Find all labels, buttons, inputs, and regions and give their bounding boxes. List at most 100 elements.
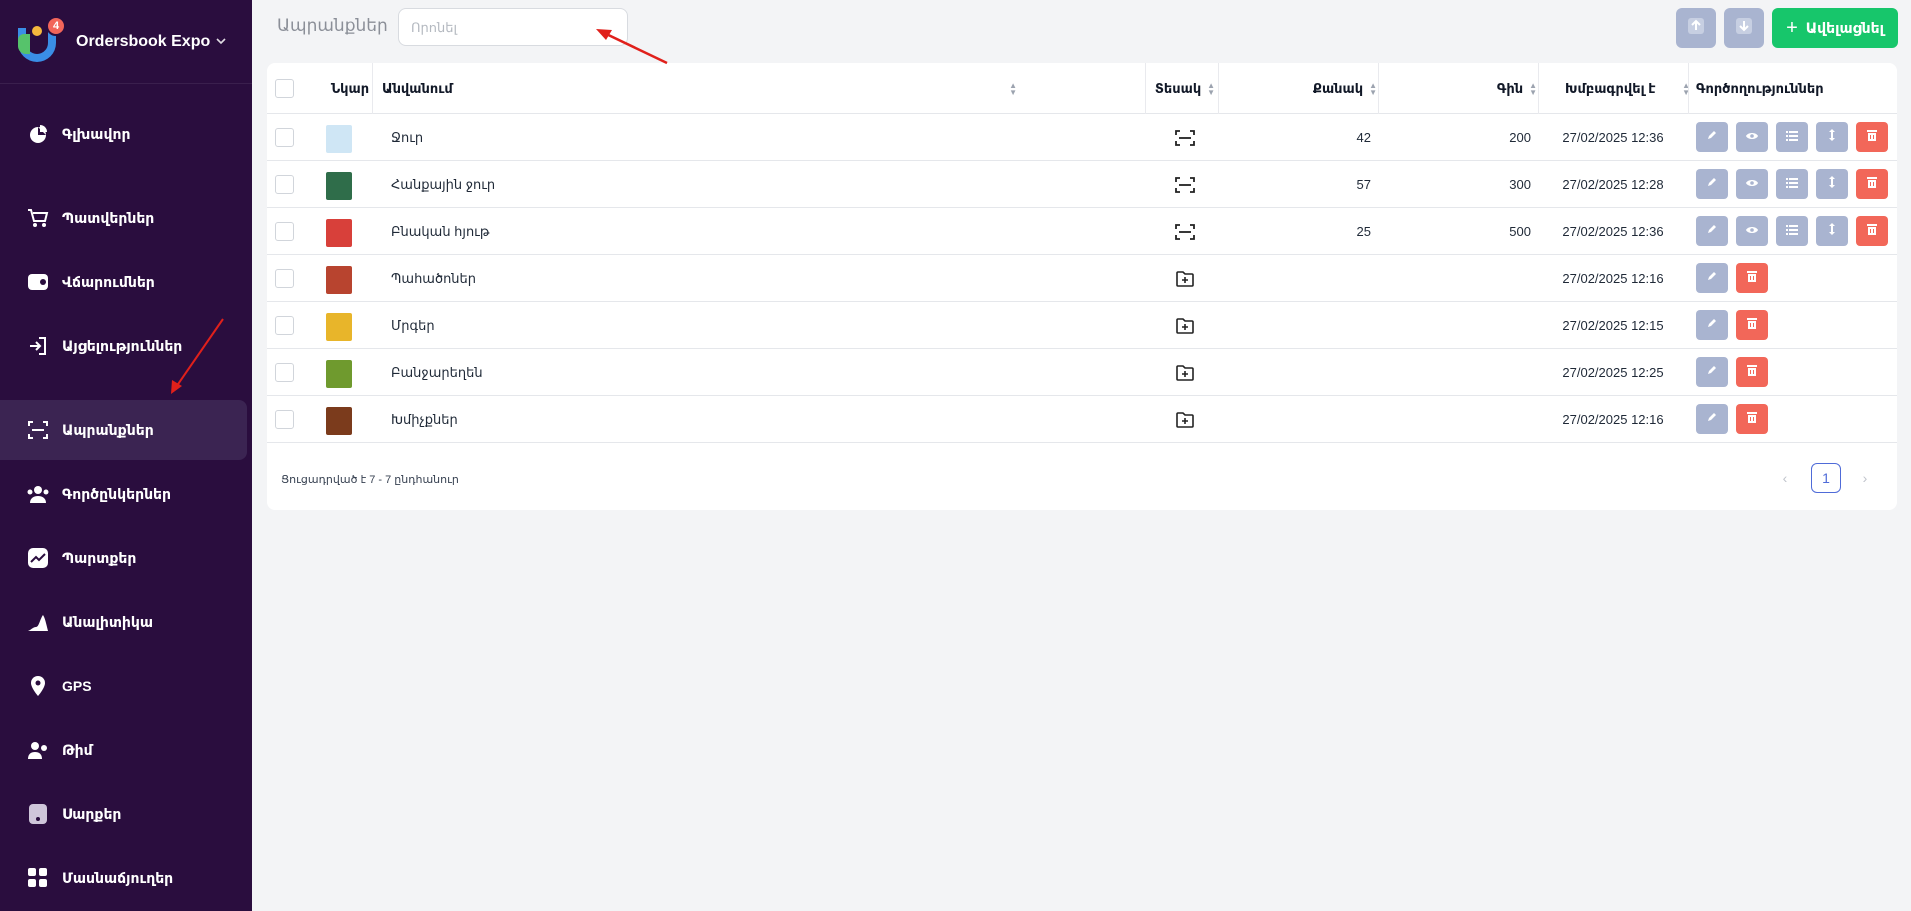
column-header-type[interactable]: Տեսակ ▲ ▼ (1153, 63, 1217, 114)
column-header-quantity[interactable]: Քանակ ▲ ▼ (1227, 63, 1377, 114)
price-value: 500 (1509, 224, 1531, 239)
column-header-edited[interactable]: Խմբագրվել է ▲ ▼ (1565, 63, 1690, 114)
sidebar-item-orders[interactable]: Պատվերներ (0, 188, 247, 248)
delete-button[interactable] (1736, 263, 1768, 293)
delete-button[interactable] (1856, 122, 1888, 152)
price-value: 200 (1509, 130, 1531, 145)
variants-button[interactable] (1776, 169, 1808, 199)
edited-timestamp: 27/02/2025 12:16 (1562, 412, 1664, 427)
sidebar-item-gps[interactable]: GPS (0, 656, 247, 716)
product-thumbnail (326, 125, 352, 153)
column-header-name[interactable]: Անվանում ▲ ▼ (382, 63, 1017, 114)
edit-icon (1706, 410, 1718, 428)
sidebar-item-home[interactable]: Գլխավոր (0, 104, 247, 164)
quantity-value (1227, 255, 1371, 302)
column-header-price[interactable]: Գին ▲ ▼ (1387, 63, 1537, 114)
edit-icon (1706, 316, 1718, 334)
reorder-button[interactable] (1816, 216, 1848, 246)
product-thumbnail (326, 313, 352, 341)
product-thumbnail (326, 266, 352, 294)
delete-button[interactable] (1736, 357, 1768, 387)
map-pin-icon (26, 674, 50, 698)
scan-icon (26, 418, 50, 442)
edit-button[interactable] (1696, 122, 1728, 152)
eye-icon (1745, 128, 1759, 146)
table-row[interactable]: Ջուր 42 200 27/02/2025 12:36 (267, 114, 1897, 161)
table-row[interactable]: Բանջարեղեն 27/02/2025 12:25 (267, 349, 1897, 396)
reorder-button[interactable] (1816, 169, 1848, 199)
sidebar-item-branches[interactable]: Մասնաճյուղեր (0, 848, 247, 908)
row-checkbox[interactable] (275, 316, 294, 335)
delete-button[interactable] (1856, 216, 1888, 246)
notification-badge: 4 (46, 15, 66, 36)
import-button[interactable] (1676, 8, 1716, 48)
reorder-button[interactable] (1816, 122, 1848, 152)
product-thumbnail (326, 407, 352, 435)
trash-icon (1747, 410, 1757, 428)
sort-icon: ▲ ▼ (1529, 80, 1537, 97)
table-row[interactable]: Հանքային ջուր 57 300 27/02/2025 12:28 (267, 161, 1897, 208)
grid-icon (26, 866, 50, 890)
users-icon (26, 482, 50, 506)
edit-button[interactable] (1696, 216, 1728, 246)
column-label: Խմբագրվել է (1565, 80, 1656, 96)
prev-page-button[interactable]: ‹ (1770, 463, 1800, 493)
variants-button[interactable] (1776, 122, 1808, 152)
search-input[interactable] (398, 8, 628, 46)
eye-icon (1745, 222, 1759, 240)
brand-name: Ordersbook Expo (76, 32, 211, 50)
page-button-current[interactable]: 1 (1811, 463, 1841, 493)
sidebar-item-label: Գլխավոր (62, 125, 131, 142)
table-row[interactable]: Խմիչքներ 27/02/2025 12:16 (267, 396, 1897, 443)
column-header-image: Նկար (330, 80, 370, 96)
quantity-value (1227, 302, 1371, 349)
products-table: Նկար Անվանում ▲ ▼ Տեսակ ▲ ▼ Քանակ ▲ ▼ Գին ▲… (267, 63, 1897, 510)
analytics-icon (26, 610, 50, 634)
sidebar-item-partners[interactable]: Գործընկերներ (0, 464, 247, 524)
row-checkbox[interactable] (275, 363, 294, 382)
sidebar-item-analytics[interactable]: Անալիտիկա (0, 592, 247, 652)
table-row[interactable]: Պահածոներ 27/02/2025 12:16 (267, 255, 1897, 302)
sidebar-item-label: Թիմ (62, 741, 93, 758)
quantity-value: 42 (1356, 130, 1371, 145)
row-checkbox[interactable] (275, 128, 294, 147)
add-product-button[interactable]: + Ավելացնել (1772, 8, 1898, 48)
variants-button[interactable] (1776, 216, 1808, 246)
sidebar-item-devices[interactable]: Սարքեր (0, 784, 247, 844)
row-checkbox[interactable] (275, 269, 294, 288)
table-header: Նկար Անվանում ▲ ▼ Տեսակ ▲ ▼ Քանակ ▲ ▼ Գին ▲… (267, 63, 1897, 114)
sidebar-item-payments[interactable]: Վճարումներ (0, 252, 247, 312)
team-icon (26, 738, 50, 762)
sidebar-item-visits[interactable]: Այցելություններ (0, 316, 247, 376)
category-folder-icon (1153, 349, 1217, 396)
edit-button[interactable] (1696, 263, 1728, 293)
edit-button[interactable] (1696, 357, 1728, 387)
edit-button[interactable] (1696, 404, 1728, 434)
table-row[interactable]: Բնական հյութ 25 500 27/02/2025 12:36 (267, 208, 1897, 255)
product-name: Հանքային ջուր (391, 176, 496, 192)
delete-button[interactable] (1736, 310, 1768, 340)
table-row[interactable]: Մրգեր 27/02/2025 12:15 (267, 302, 1897, 349)
trash-icon (1867, 128, 1877, 146)
category-folder-icon (1153, 396, 1217, 443)
select-all-checkbox[interactable] (275, 79, 294, 98)
delete-button[interactable] (1736, 404, 1768, 434)
edit-button[interactable] (1696, 310, 1728, 340)
row-checkbox[interactable] (275, 410, 294, 429)
edited-timestamp: 27/02/2025 12:36 (1562, 130, 1664, 145)
row-checkbox[interactable] (275, 175, 294, 194)
price-value (1387, 349, 1531, 396)
view-button[interactable] (1736, 122, 1768, 152)
edit-button[interactable] (1696, 169, 1728, 199)
sidebar-item-products[interactable]: Ապրանքներ (0, 400, 247, 460)
view-button[interactable] (1736, 169, 1768, 199)
edited-timestamp: 27/02/2025 12:16 (1562, 271, 1664, 286)
delete-button[interactable] (1856, 169, 1888, 199)
sidebar-item-team[interactable]: Թիմ (0, 720, 247, 780)
row-checkbox[interactable] (275, 222, 294, 241)
sidebar-item-debts[interactable]: Պարտքեր (0, 528, 247, 588)
brand-switcher[interactable]: 4 Ordersbook Expo (0, 0, 252, 84)
export-button[interactable] (1724, 8, 1764, 48)
view-button[interactable] (1736, 216, 1768, 246)
next-page-button[interactable]: › (1850, 463, 1880, 493)
